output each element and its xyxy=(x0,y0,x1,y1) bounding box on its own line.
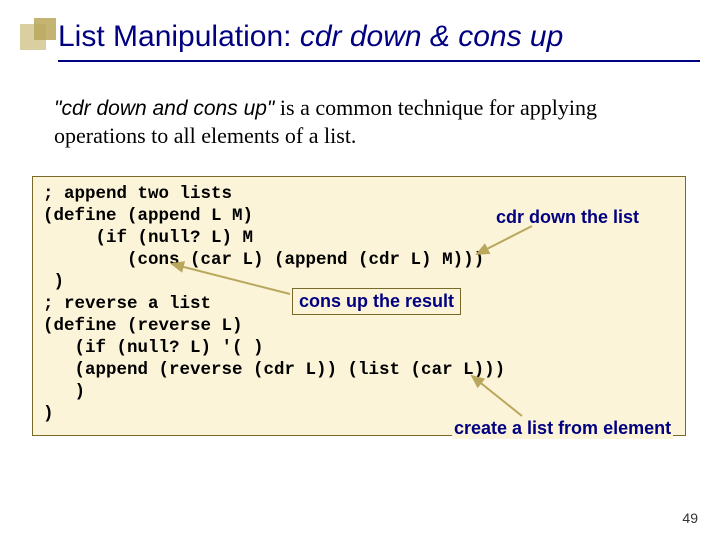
slide: List Manipulation: cdr down & cons up "c… xyxy=(0,0,720,540)
annotation-create-list: create a list from element xyxy=(452,418,673,439)
page-number: 49 xyxy=(682,510,698,526)
title-italic: cdr down & cons up xyxy=(300,20,563,53)
body-text: "cdr down and cons up" is a common techn… xyxy=(54,94,690,150)
annotation-cons-up: cons up the result xyxy=(292,288,461,315)
title-plain: List Manipulation: xyxy=(58,20,300,53)
quoted-phrase: "cdr down and cons up" xyxy=(54,97,274,120)
corner-decoration xyxy=(20,18,60,58)
intro-paragraph: "cdr down and cons up" is a common techn… xyxy=(54,94,690,150)
annotation-cdr-down: cdr down the list xyxy=(494,207,641,228)
slide-title: List Manipulation: cdr down & cons up xyxy=(58,20,700,62)
